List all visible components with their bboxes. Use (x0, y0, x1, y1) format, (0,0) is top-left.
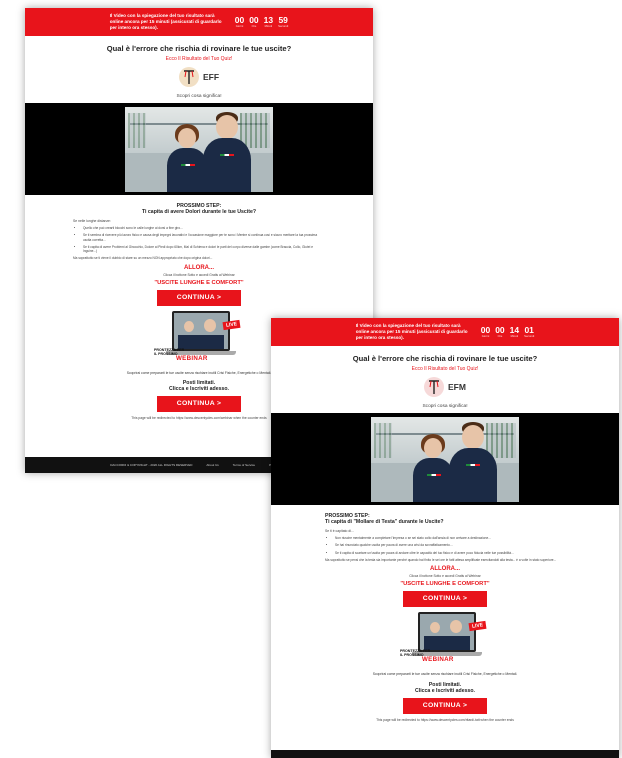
video-player[interactable] (271, 413, 619, 505)
list-item: Non riuscire mentalmente a completare l'… (335, 536, 565, 540)
live-badge: LIVE (468, 620, 487, 632)
timer-seconds-label: Secondi (278, 24, 289, 28)
timer-days-label: Giorni (235, 24, 244, 28)
list-item: Quello che può crearti blocchi sono le c… (83, 226, 325, 230)
footer-link-about[interactable]: About Us (206, 463, 218, 467)
timer-minutes-label: Minuti (510, 334, 519, 338)
timer-seconds-label: Secondi (524, 334, 535, 338)
presenter-woman (413, 433, 453, 502)
result-logo: EFF (25, 64, 373, 90)
result-label: Ecco Il Risultato del Tuo Quiz! (165, 56, 233, 62)
live-badge: LIVE (222, 319, 241, 330)
timer-hours-label: Ore (497, 334, 503, 338)
presenter-woman (167, 123, 207, 192)
webinar-banner[interactable]: LIVE PRONTEZZA PER IL PROSSIMO WEBINAR (154, 310, 244, 367)
landing-page-efm: Il Video con la spiegazione del tuo risu… (271, 318, 619, 758)
video-frame[interactable] (125, 106, 273, 192)
note-text: Ma soprattutto se pensi che la testa sia… (325, 557, 557, 562)
continue-button[interactable]: CONTINUA > (403, 591, 487, 608)
webinar-title: "USCITE LUNGHE E COMFORT" (400, 581, 490, 588)
page-title: Qual è l'errore che rischia di rovinare … (352, 354, 538, 363)
note-text: Ma soprattutto se ti viene il dubbio di … (73, 256, 213, 261)
webinar-instruction: Clicca il bottone Sotto e accedi Gratis … (163, 272, 235, 277)
footer-link-terms[interactable]: Terms of Service (233, 463, 255, 467)
webinar-word: WEBINAR (422, 656, 454, 664)
redirect-notice: This page will be redirected to https://… (376, 717, 514, 722)
list-item: Se ti capita di scartare un'uscita per p… (335, 551, 565, 555)
presenter-man (203, 110, 251, 192)
site-footer (271, 750, 619, 758)
countdown-timer: 00 Giorni 00 Ore 13 Minuti 59 Secondi (235, 16, 289, 28)
bike-logo-icon (178, 67, 199, 87)
banner-text: Il Video con la spiegazione del tuo risu… (355, 323, 468, 340)
result-label: Ecco Il Risultato del Tuo Quiz! (411, 366, 479, 372)
list-item: Se hai rinunciato qualche uscita per pau… (335, 543, 565, 547)
discover-text: Scopri cosa significa! (422, 404, 468, 409)
countdown-timer: 00 Giorni 00 Ore 14 Minuti 01 Secondi (481, 326, 535, 338)
webinar-description: Scoprirai come prepararti le tue uscite … (372, 672, 518, 677)
banner-text: Il Video con la spiegazione del tuo risu… (109, 13, 222, 30)
timer-minutes-label: Minuti (264, 24, 273, 28)
video-player[interactable] (25, 103, 373, 195)
timer-days-label: Giorni (481, 334, 490, 338)
pain-points-list: Quello che può crearti blocchi sono le c… (73, 226, 325, 253)
continue-button-bottom[interactable]: CONTINUA > (403, 697, 487, 714)
intro-text: Se ti è capitato di... (325, 529, 354, 533)
webinar-title: "USCITE LUNGHE E COMFORT" (154, 279, 244, 286)
list-item: Se ti capita di avere Problemi al Ginocc… (83, 245, 325, 254)
webinar-banner[interactable]: LIVE PRONTEZZA PER IL PROSSIMO WEBINAR (400, 612, 490, 668)
allora-heading: ALLORA... (184, 264, 214, 271)
bike-logo-icon (424, 377, 445, 397)
footer-copyright: DACCORDI & COPYRIGHT - 2020 ALL RIGHTS R… (110, 463, 193, 467)
continue-button[interactable]: CONTINUA > (157, 289, 241, 306)
countdown-banner: Il Video con la spiegazione del tuo risu… (25, 8, 373, 36)
limited-seats: Posti limitati. Clicca e Iscriviti adesso… (415, 681, 475, 694)
video-frame[interactable] (371, 416, 519, 502)
result-logo: EFM (271, 374, 619, 400)
webinar-word: WEBINAR (176, 354, 208, 362)
discover-text: Scopri cosa significa! (176, 94, 222, 99)
allora-heading: ALLORA... (430, 566, 460, 573)
continue-button-bottom[interactable]: CONTINUA > (157, 396, 241, 413)
next-step-heading: PROSSIMO STEP: Ti capita di "Mollare di T… (325, 513, 444, 525)
result-code: EFM (448, 382, 466, 392)
page-title: Qual è l'errore che rischia di rovinare … (106, 44, 292, 53)
next-step-heading: PROSSIMO STEP: Ti capita di avere Dolori … (141, 203, 257, 215)
intro-text: Se nelle lunghe distanze: (73, 219, 111, 223)
timer-hours-label: Ore (251, 24, 257, 28)
countdown-banner: Il Video con la spiegazione del tuo risu… (271, 318, 619, 346)
result-code: EFF (202, 72, 220, 82)
list-item: Se ti sembra di ricevere più lavoro fisi… (83, 233, 325, 242)
presenter-man (449, 420, 497, 502)
pain-points-list: Non riuscire mentalmente a completare l'… (325, 536, 565, 555)
webinar-instruction: Clicca il bottone Sotto e accedi Gratis … (409, 574, 481, 579)
